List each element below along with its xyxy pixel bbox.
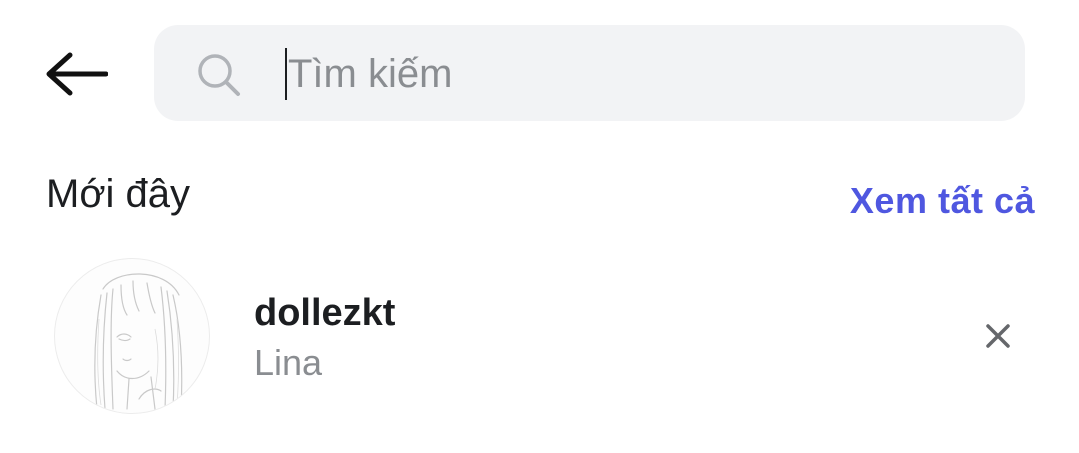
recent-search-item[interactable]: dollezkt Lina (0, 255, 1079, 420)
see-all-link[interactable]: Xem tất cả (850, 176, 1035, 226)
arrow-left-icon (46, 52, 108, 96)
avatar[interactable] (54, 258, 210, 414)
back-button[interactable] (40, 44, 112, 104)
section-title: Mới đây (46, 172, 191, 216)
full-name: Lina (254, 342, 323, 383)
close-icon (986, 324, 1010, 348)
search-icon (196, 52, 242, 98)
search-input[interactable] (288, 46, 988, 102)
username: dollezkt (254, 292, 396, 334)
remove-recent-button[interactable] (974, 312, 1022, 360)
text-caret (285, 48, 287, 100)
